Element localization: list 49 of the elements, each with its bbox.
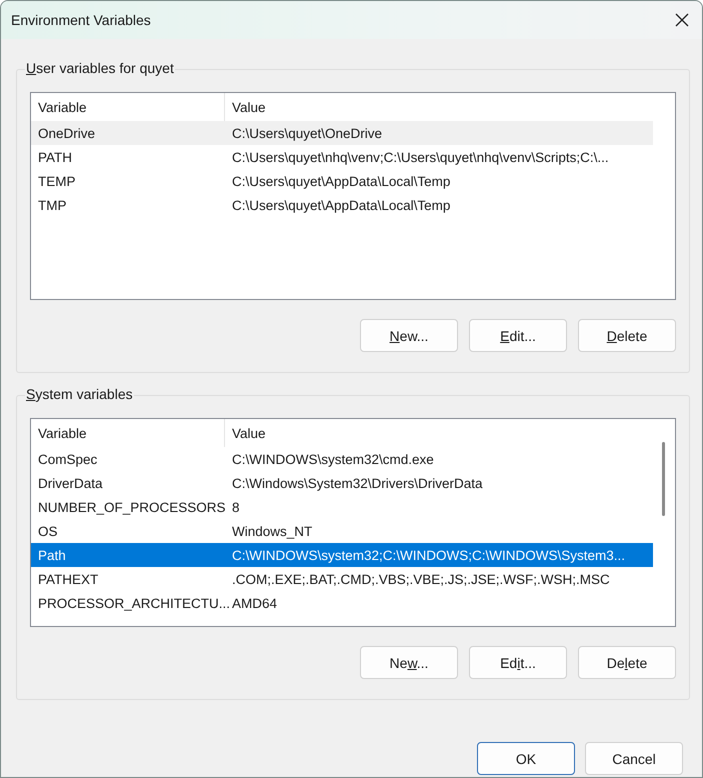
variable-value: .COM;.EXE;.BAT;.CMD;.VBS;.VBE;.JS;.JSE;.WSF;.WSH;.MSC bbox=[231, 572, 610, 586]
variable-row[interactable]: OneDrive C:\Users\quyet\OneDrive bbox=[31, 121, 653, 145]
new-button[interactable]: New... bbox=[360, 319, 458, 352]
window-title: Environment Variables bbox=[11, 12, 151, 28]
variables-list[interactable] bbox=[30, 418, 676, 627]
variable-row[interactable]: Path C:\WINDOWS\system32;C:\WINDOWS;C:\WINDOWS\System3... bbox=[31, 543, 653, 567]
variable-name: ComSpec bbox=[37, 452, 98, 466]
variable-row[interactable]: DriverData C:\Windows\System32\Drivers\DriverData bbox=[31, 471, 653, 495]
group-label: System variables bbox=[25, 386, 134, 402]
delete-button[interactable]: Delete bbox=[578, 319, 676, 352]
edit-button[interactable]: Edit... bbox=[469, 646, 567, 679]
variable-value: C:\Users\quyet\OneDrive bbox=[231, 126, 382, 140]
variable-name: TMP bbox=[37, 198, 66, 212]
variable-row[interactable]: OS Windows_NT bbox=[31, 519, 653, 543]
scrollbar-thumb[interactable] bbox=[662, 442, 665, 516]
variable-name: Path bbox=[37, 548, 66, 562]
variable-value: C:\Windows\System32\Drivers\DriverData bbox=[231, 476, 483, 490]
variable-value: C:\Users\quyet\AppData\Local\Temp bbox=[231, 198, 450, 212]
column-header[interactable]: Variable bbox=[31, 93, 224, 121]
variable-name: OneDrive bbox=[37, 126, 96, 140]
variable-name: DriverData bbox=[37, 476, 103, 490]
variable-value: C:\WINDOWS\system32\cmd.exe bbox=[231, 452, 434, 466]
variable-name: PROCESSOR_ARCHITECTU... bbox=[37, 596, 230, 610]
delete-button[interactable]: Delete bbox=[578, 646, 676, 679]
variable-row[interactable]: TEMP C:\Users\quyet\AppData\Local\Temp bbox=[31, 169, 653, 193]
variable-row[interactable]: NUMBER_OF_PROCESSORS 8 bbox=[31, 495, 653, 519]
variable-name: OS bbox=[37, 524, 58, 538]
variable-name: TEMP bbox=[37, 174, 76, 188]
variable-row[interactable]: TMP C:\Users\quyet\AppData\Local\Temp bbox=[31, 193, 653, 217]
variable-value: Windows_NT bbox=[231, 524, 312, 538]
variable-row[interactable]: PATHEXT .COM;.EXE;.BAT;.CMD;.VBS;.VBE;.JS;.JSE;.WSF;.WSH;.MSC bbox=[31, 567, 653, 591]
variable-value: C:\WINDOWS\system32;C:\WINDOWS;C:\WINDOWS\System3... bbox=[231, 548, 626, 562]
variable-row[interactable]: PATH C:\Users\quyet\nhq\venv;C:\Users\quyet\nhq\venv\Scripts;C:\... bbox=[31, 145, 653, 169]
variable-value: 8 bbox=[231, 500, 240, 514]
variables-list[interactable]: Variable Value OneDrive C:\Users\quyet\OneDrive PATH C:\Users\quyet\nhq\venv;C:\Users\quyet\nhq\venv\Scripts;C:\... TEMP C:\Users\quyet\AppData\Local\Temp TMP C:\Users\quyet\AppData\Local\Temp bbox=[30, 92, 676, 300]
variable-value: C:\Users\quyet\AppData\Local\Temp bbox=[231, 174, 450, 188]
column-header[interactable]: Variable bbox=[31, 419, 224, 447]
variable-name: PATH bbox=[37, 150, 72, 164]
variable-row[interactable]: PROCESSOR_ARCHITECTU...AMD64 bbox=[31, 591, 653, 615]
variable-name: NUMBER_OF_PROCESSORS bbox=[37, 500, 226, 514]
new-button[interactable]: New... bbox=[360, 646, 458, 679]
column-header[interactable]: Value bbox=[224, 419, 653, 447]
cancel-button[interactable]: Cancel bbox=[585, 742, 683, 775]
group-label: User variables for quyet bbox=[25, 60, 175, 76]
ok-button[interactable]: OK bbox=[477, 742, 575, 775]
variable-value: C:\Users\quyet\nhq\venv;C:\Users\quyet\nhq\venv\Scripts;C:\... bbox=[231, 150, 609, 164]
variable-name: PATHEXT bbox=[37, 572, 98, 586]
edit-button[interactable]: Edit... bbox=[469, 319, 567, 352]
variable-row[interactable]: ComSpec C:\WINDOWS\system32\cmd.exe bbox=[31, 447, 653, 471]
